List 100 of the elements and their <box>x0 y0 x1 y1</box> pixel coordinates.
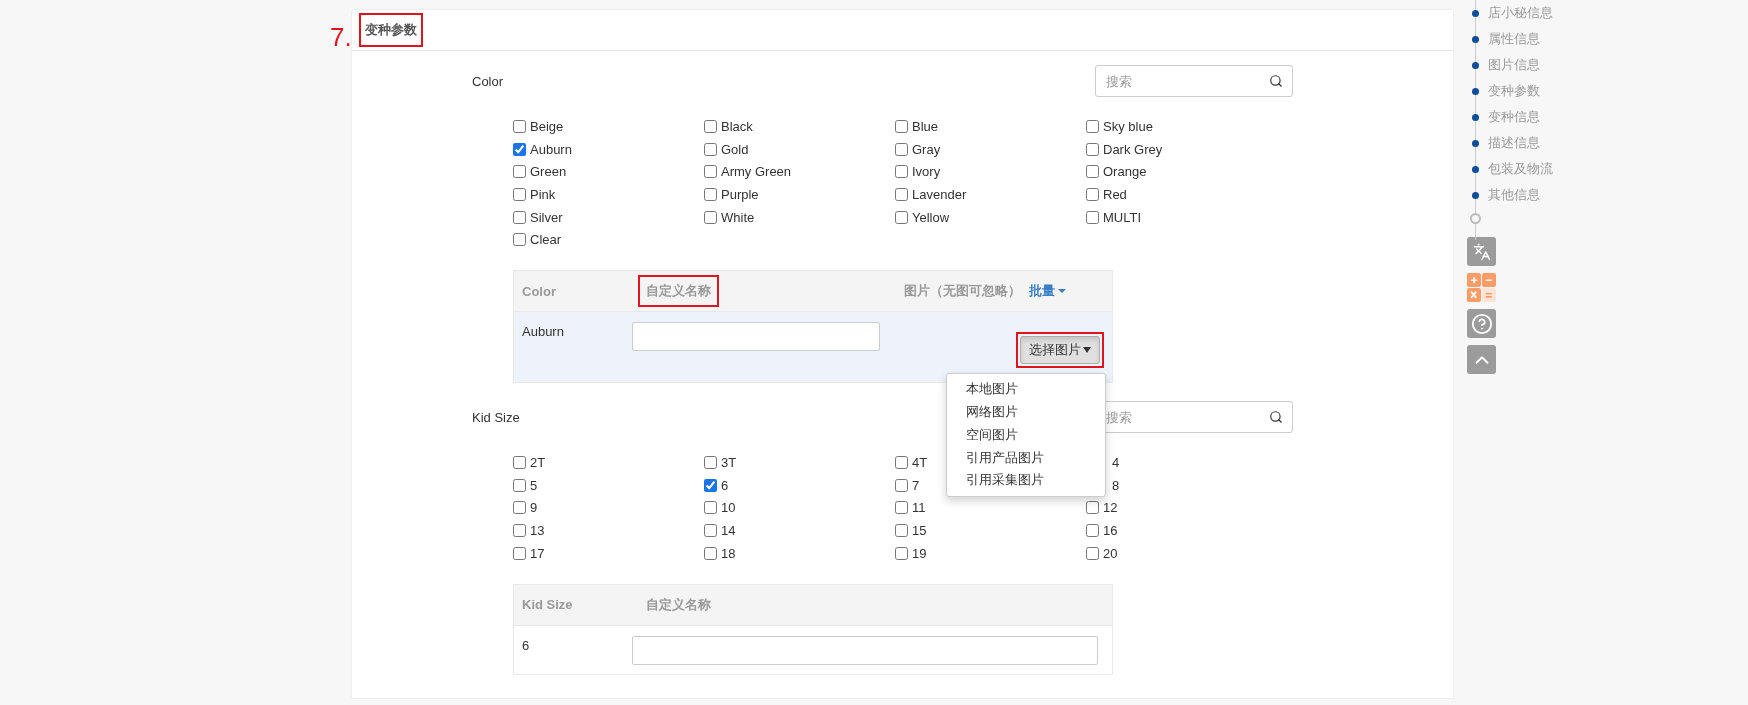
option-label: 14 <box>721 523 736 539</box>
option-label: Auburn <box>530 141 572 157</box>
option-label: Dark Grey <box>1103 141 1163 157</box>
checkbox[interactable] <box>704 524 717 538</box>
checkbox[interactable] <box>895 119 908 133</box>
option-label: 8 <box>1112 477 1120 493</box>
checkbox[interactable] <box>1086 546 1099 560</box>
checkbox[interactable] <box>704 455 717 469</box>
option-label: 9 <box>530 500 538 516</box>
option-label: Blue <box>912 118 939 134</box>
checkbox[interactable] <box>704 478 717 492</box>
option-label: 13 <box>530 523 545 539</box>
group-label: Kid Size <box>472 410 520 426</box>
translate-button[interactable] <box>1467 237 1496 266</box>
timeline-dot <box>1472 9 1479 17</box>
option-label: Gray <box>912 141 941 157</box>
checkbox[interactable] <box>1086 501 1099 515</box>
checkbox[interactable] <box>513 119 526 133</box>
option-label: 10 <box>721 500 736 516</box>
nav-link[interactable]: 变种信息 <box>1488 108 1540 126</box>
checkbox[interactable] <box>704 501 717 515</box>
menu-item[interactable]: 引用采集图片 <box>947 469 1105 493</box>
checkbox[interactable] <box>513 546 526 560</box>
timeline-dot <box>1472 61 1479 69</box>
checkbox[interactable] <box>513 233 526 247</box>
option-label: 12 <box>1103 500 1118 516</box>
checkbox[interactable] <box>513 187 526 201</box>
option-label: Army Green <box>721 164 792 180</box>
checkbox[interactable] <box>1086 210 1099 224</box>
checkbox[interactable] <box>513 524 526 538</box>
timeline-dot <box>1472 165 1479 173</box>
search-icon <box>1269 410 1283 425</box>
checkbox[interactable] <box>895 524 908 538</box>
checkbox[interactable] <box>704 119 717 133</box>
back-to-top-button[interactable] <box>1467 345 1496 374</box>
nav-link[interactable]: 变种参数 <box>1488 82 1540 100</box>
timeline-dot <box>1472 35 1479 43</box>
checkbox[interactable] <box>1086 119 1099 133</box>
menu-item[interactable]: 引用产品图片 <box>947 446 1105 470</box>
nav-link[interactable]: 店小秘信息 <box>1488 4 1553 22</box>
checkbox[interactable] <box>1086 142 1099 156</box>
nav-link[interactable]: 描述信息 <box>1488 134 1540 152</box>
checkbox[interactable] <box>513 210 526 224</box>
checkbox[interactable] <box>1086 524 1099 538</box>
checkbox[interactable] <box>895 478 908 492</box>
option-label: 17 <box>530 545 545 561</box>
checkbox[interactable] <box>895 142 908 156</box>
checkbox[interactable] <box>513 501 526 515</box>
checkbox[interactable] <box>1086 165 1099 179</box>
help-button[interactable] <box>1467 309 1496 338</box>
nav-link[interactable]: 包装及物流 <box>1488 160 1553 178</box>
search-icon <box>1269 74 1283 88</box>
option-label: 16 <box>1103 523 1118 539</box>
checkbox[interactable] <box>895 165 908 179</box>
search-field[interactable]: 搜索 <box>1095 65 1293 97</box>
batch-link[interactable]: 批量 <box>1029 282 1066 301</box>
checkbox[interactable] <box>895 210 908 224</box>
option-label: 4 <box>1112 454 1120 470</box>
section-title: 变种参数 <box>359 13 423 47</box>
option-label: Pink <box>530 186 556 202</box>
checkbox[interactable] <box>895 187 908 201</box>
checkbox[interactable] <box>1086 187 1099 201</box>
checkbox[interactable] <box>513 142 526 156</box>
nav-link[interactable]: 属性信息 <box>1488 30 1540 48</box>
option-label: Beige <box>530 118 564 134</box>
checkbox[interactable] <box>895 546 908 560</box>
table-cell-text: 6 <box>522 636 531 653</box>
checkbox[interactable] <box>513 455 526 469</box>
timeline-dot <box>1472 139 1479 147</box>
checkbox[interactable] <box>895 501 908 515</box>
timeline-dot <box>1472 87 1479 95</box>
menu-item[interactable]: 本地图片 <box>947 378 1105 401</box>
nav-link[interactable]: 其他信息 <box>1488 186 1540 204</box>
option-label: Lavender <box>912 186 967 202</box>
input-field[interactable] <box>632 322 880 352</box>
checkbox[interactable] <box>704 546 717 560</box>
option-label: Yellow <box>912 209 950 225</box>
checkbox[interactable] <box>704 210 717 224</box>
checkbox[interactable] <box>704 187 717 201</box>
nav-link[interactable]: 图片信息 <box>1488 56 1540 74</box>
option-label: 4T <box>912 454 928 470</box>
checkbox[interactable] <box>704 165 717 179</box>
option-label: 11 <box>912 500 926 516</box>
option-label: Clear <box>530 232 562 248</box>
option-label: 6 <box>721 477 729 493</box>
caret-icon <box>1058 289 1066 294</box>
table-cell-text: Auburn <box>522 323 565 340</box>
option-label: Sky blue <box>1103 118 1153 134</box>
checkbox[interactable] <box>704 142 717 156</box>
option-label: Purple <box>721 186 759 202</box>
checkbox[interactable] <box>895 455 908 469</box>
option-label: 19 <box>912 545 927 561</box>
input-field[interactable] <box>632 635 1098 665</box>
caret-icon <box>1083 347 1091 354</box>
checkbox[interactable] <box>513 478 526 492</box>
help-icon <box>1470 312 1493 335</box>
choose-image-button[interactable]: 选择图片 <box>1020 336 1100 365</box>
option-label: 7 <box>912 477 920 493</box>
option-label: 3T <box>721 454 737 470</box>
checkbox[interactable] <box>513 165 526 179</box>
